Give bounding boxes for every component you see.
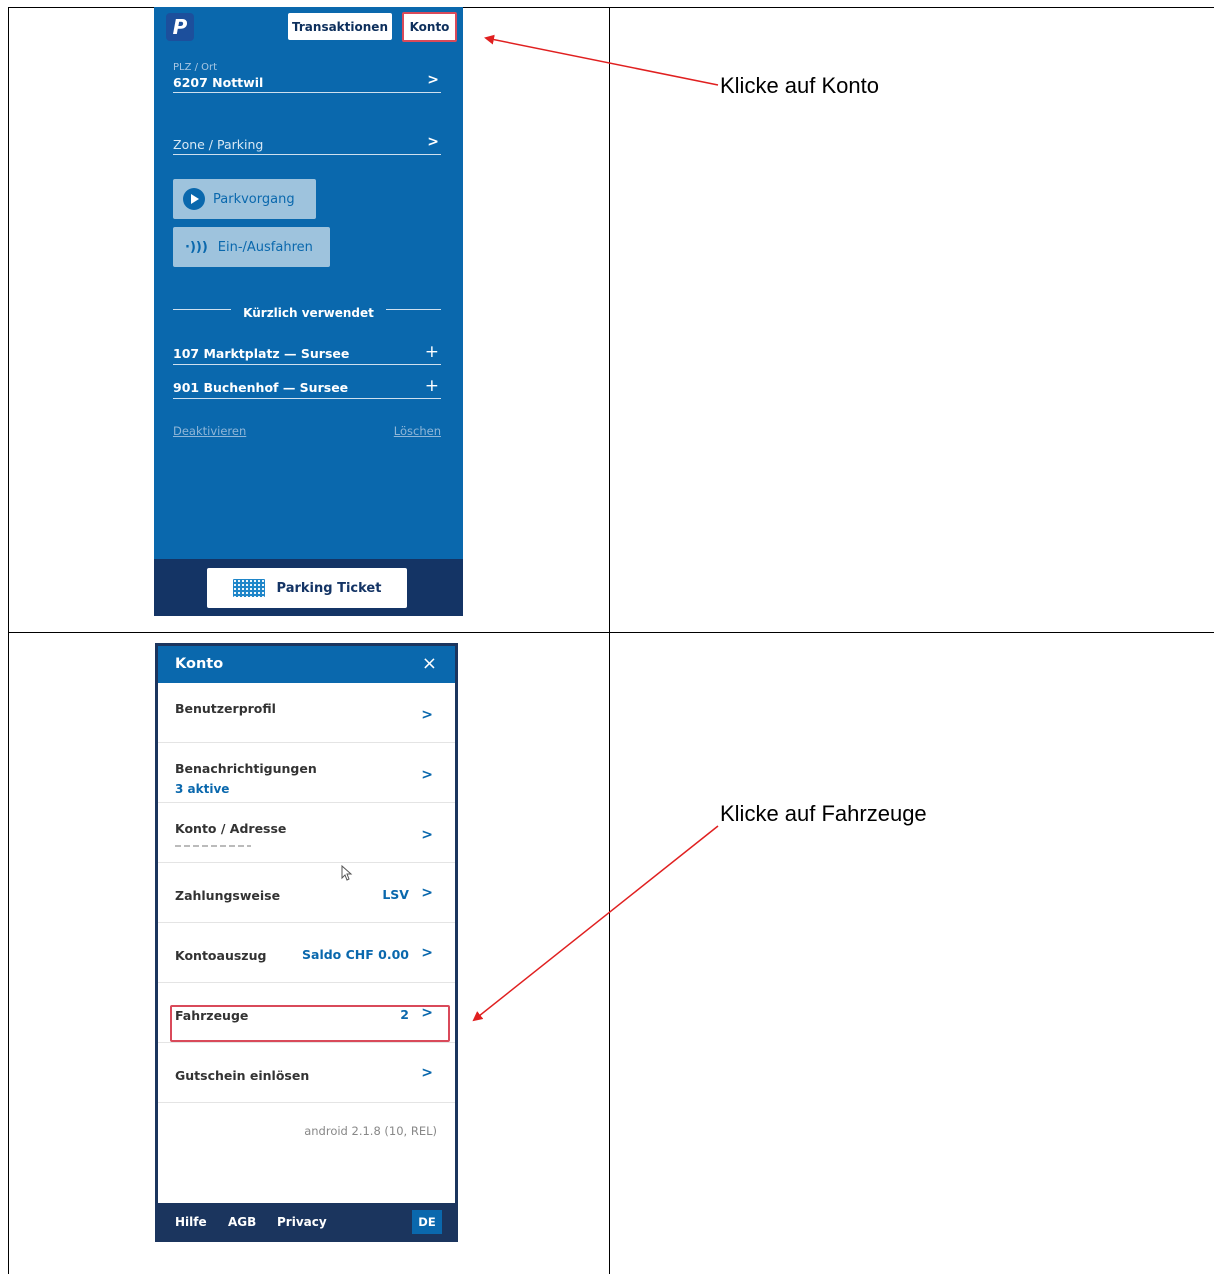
menu-item-label: Konto / Adresse <box>175 821 287 836</box>
menu-item-label: Benachrichtigungen <box>175 761 317 776</box>
chevron-right-icon: > <box>427 134 439 150</box>
chevron-right-icon: > <box>421 767 433 783</box>
parking-ticket-label: Parking Ticket <box>276 580 382 596</box>
account-footer: Hilfe AGB Privacy DE <box>158 1203 455 1239</box>
redacted-address <box>175 845 251 847</box>
plus-icon[interactable]: + <box>425 342 439 362</box>
menu-item-notifications[interactable]: Benachrichtigungen 3 aktive > <box>158 743 455 881</box>
menu-item-voucher[interactable]: Gutschein einlösen > <box>158 1043 455 1103</box>
menu-item-value: Saldo CHF 0.00 <box>302 947 409 962</box>
help-link[interactable]: Hilfe <box>175 1215 207 1229</box>
chevron-right-icon: > <box>421 827 433 843</box>
deactivate-link[interactable]: Deaktivieren <box>173 424 246 438</box>
terms-link[interactable]: AGB <box>228 1215 256 1229</box>
entry-exit-button[interactable]: ·))) Ein-/Ausfahren <box>173 227 330 267</box>
entry-exit-button-label: Ein-/Ausfahren <box>217 239 313 255</box>
recent-item[interactable]: 107 Marktplatz — Sursee + <box>173 342 441 365</box>
location-label: PLZ / Ort <box>173 62 218 73</box>
app-screenshot-account: Konto × Benutzerprofil > Benachrichtigun… <box>155 643 458 1242</box>
close-icon[interactable]: × <box>422 653 437 674</box>
table-column-divider <box>609 7 610 1274</box>
recent-item[interactable]: 901 Buchenhof — Sursee + <box>173 376 441 399</box>
recent-item-label: 901 Buchenhof — Sursee <box>173 380 349 395</box>
parking-logo: P <box>166 13 194 41</box>
parking-ticket-button[interactable]: Parking Ticket <box>207 568 407 608</box>
step2-instruction: Klicke auf Fahrzeuge <box>720 801 927 826</box>
menu-item-account-address[interactable]: Konto / Adresse > <box>158 803 455 863</box>
location-value: 6207 Nottwil <box>173 75 264 90</box>
delete-link[interactable]: Löschen <box>394 424 441 438</box>
menu-item-profile[interactable]: Benutzerprofil > <box>158 683 455 743</box>
menu-item-sub: 3 aktive <box>175 782 230 796</box>
app-version: android 2.1.8 (10, REL) <box>304 1124 437 1138</box>
plus-icon[interactable]: + <box>425 376 439 396</box>
language-button[interactable]: DE <box>412 1210 442 1234</box>
parking-button-label: Parkvorgang <box>213 191 295 207</box>
nfc-icon: ·))) <box>185 239 208 255</box>
chevron-right-icon: > <box>421 885 433 901</box>
menu-item-payment[interactable]: Zahlungsweise LSV > <box>158 863 455 923</box>
menu-item-label: Gutschein einlösen <box>175 1068 310 1083</box>
bottom-bar: Parking Ticket <box>154 559 463 616</box>
account-button[interactable]: Konto <box>402 12 457 42</box>
play-icon <box>183 188 205 210</box>
zone-field[interactable]: Zone / Parking > <box>173 134 441 155</box>
location-field[interactable]: PLZ / Ort 6207 Nottwil > <box>173 62 441 93</box>
chevron-right-icon: > <box>421 945 433 961</box>
chevron-right-icon: > <box>421 1065 433 1081</box>
vehicles-highlight-box <box>170 1005 450 1042</box>
menu-item-statement[interactable]: Kontoauszug Saldo CHF 0.00 > <box>158 923 455 983</box>
step1-instruction: Klicke auf Konto <box>720 73 879 98</box>
ticket-icon <box>232 579 265 597</box>
chevron-right-icon: > <box>427 72 439 88</box>
menu-item-label: Kontoauszug <box>175 948 267 963</box>
recent-item-label: 107 Marktplatz — Sursee <box>173 346 350 361</box>
menu-item-label: Benutzerprofil <box>175 701 276 716</box>
recent-heading: Kürzlich verwendet <box>154 302 463 321</box>
zone-label: Zone / Parking <box>173 137 264 152</box>
chevron-right-icon: > <box>421 707 433 723</box>
account-header: Konto × <box>158 646 455 683</box>
menu-item-value: LSV <box>382 887 409 902</box>
parking-button[interactable]: Parkvorgang <box>173 179 316 219</box>
privacy-link[interactable]: Privacy <box>277 1215 327 1229</box>
table-row-divider <box>8 632 1214 633</box>
menu-item-label: Zahlungsweise <box>175 888 281 903</box>
transactions-button[interactable]: Transaktionen <box>288 13 392 40</box>
account-title: Konto <box>175 656 224 672</box>
app-screenshot-main: P Transaktionen Konto PLZ / Ort 6207 Not… <box>154 7 463 616</box>
